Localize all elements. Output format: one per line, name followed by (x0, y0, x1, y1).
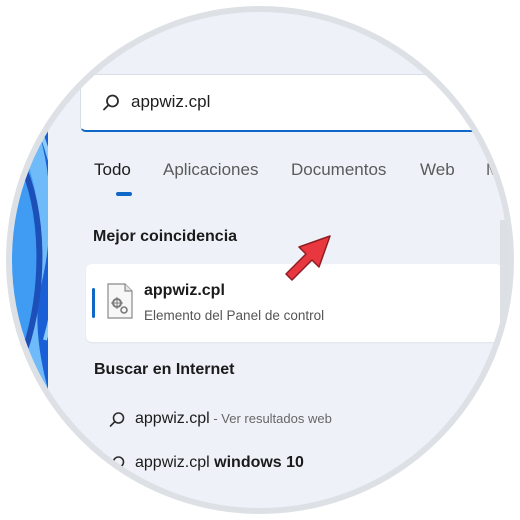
search-icon (109, 412, 125, 427)
web-result-row[interactable]: appwiz.cpl windows 10 (86, 446, 506, 482)
tab-active-indicator (116, 192, 132, 196)
best-match-heading: Mejor coincidencia (93, 228, 238, 245)
scrollbar[interactable] (500, 220, 510, 510)
web-result-text: appwiz.cpl windows 10 (135, 454, 304, 472)
web-search-heading: Buscar en Internet (94, 361, 235, 378)
selection-indicator (92, 288, 95, 318)
search-input[interactable]: appwiz.cpl (80, 74, 500, 132)
circular-crop: appwiz.cpl Todo Aplicaciones Documentos … (10, 10, 510, 510)
search-icon (109, 456, 125, 471)
web-result-query: appwiz.cpl (135, 454, 210, 471)
web-result-query: appwiz.cpl (135, 410, 210, 427)
tab-more[interactable]: M (486, 160, 500, 180)
web-result-row[interactable]: appwiz.cpl - Ver resultados web (86, 402, 506, 438)
tab-todo[interactable]: Todo (94, 160, 131, 180)
tab-aplicaciones[interactable]: Aplicaciones (163, 160, 258, 180)
web-result-suffix: windows 10 (209, 454, 304, 471)
best-match-subtitle: Elemento del Panel de control (144, 308, 325, 323)
control-panel-file-icon (107, 283, 133, 319)
search-icon (103, 94, 119, 111)
tab-web[interactable]: Web (420, 160, 455, 180)
screenshot-stage: appwiz.cpl Todo Aplicaciones Documentos … (0, 0, 520, 520)
web-result-text: appwiz.cpl - Ver resultados web (135, 410, 332, 428)
tab-documentos[interactable]: Documentos (291, 160, 386, 180)
search-query: appwiz.cpl (131, 92, 211, 111)
web-result-suffix: - Ver resultados web (209, 411, 332, 426)
red-arrow (285, 235, 331, 281)
best-match-title: appwiz.cpl (144, 282, 225, 299)
